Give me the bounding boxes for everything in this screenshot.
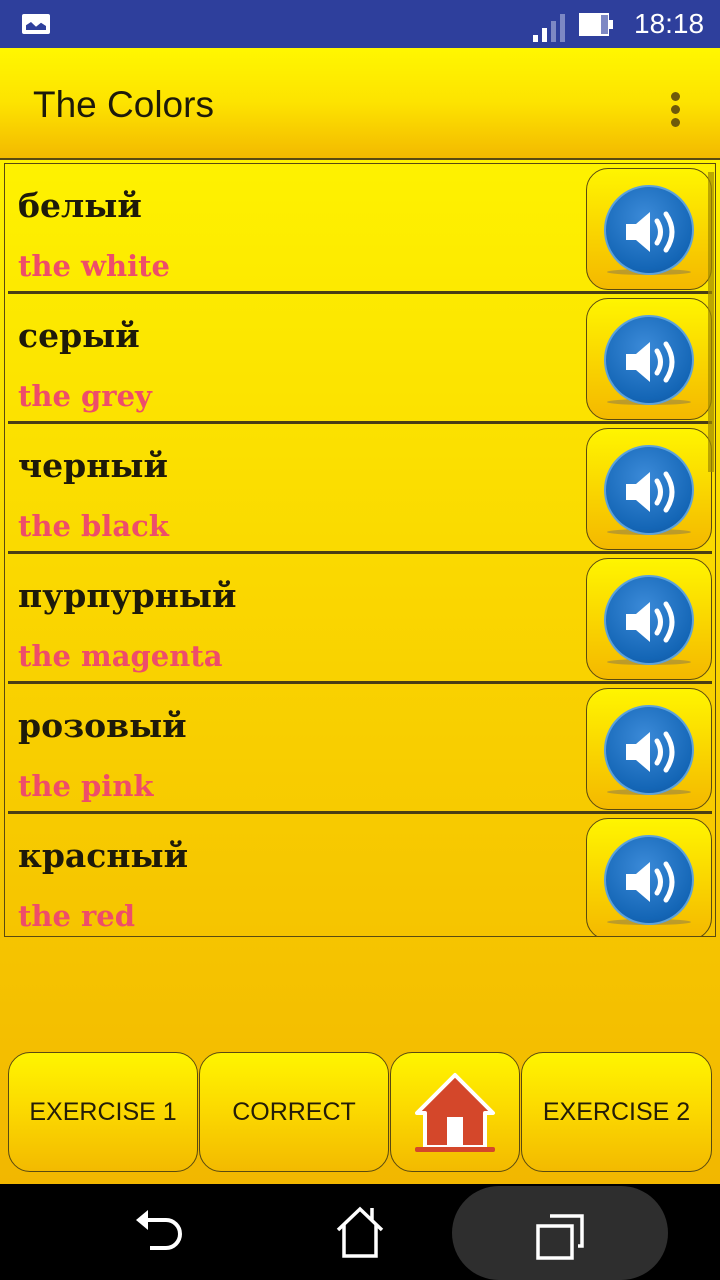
correct-button[interactable]: CORRECT <box>199 1052 389 1172</box>
word-list[interactable]: белый the white серый the grey черный th… <box>4 163 716 937</box>
list-item: розовый the pink <box>8 684 712 814</box>
english-translation: the magenta <box>18 639 223 673</box>
content-area: белый the white серый the grey черный th… <box>0 160 720 1184</box>
list-item: красный the red <box>8 814 712 936</box>
russian-word: черный <box>18 446 168 485</box>
system-nav-bar <box>0 1184 720 1280</box>
speaker-icon <box>604 705 694 795</box>
speak-button[interactable] <box>586 298 712 420</box>
russian-word: белый <box>18 186 142 225</box>
back-icon[interactable] <box>132 1206 188 1258</box>
recents-icon <box>536 1214 584 1260</box>
speaker-icon <box>604 575 694 665</box>
speaker-icon <box>604 185 694 275</box>
english-translation: the grey <box>18 379 152 413</box>
app-bar: The Colors <box>0 48 720 160</box>
gallery-icon <box>22 14 50 34</box>
list-item: пурпурный the magenta <box>8 554 712 684</box>
cell-signal-icon <box>533 14 567 42</box>
recents-button[interactable] <box>452 1186 668 1280</box>
list-item: серый the grey <box>8 294 712 424</box>
status-time: 18:18 <box>634 8 705 39</box>
bottom-button-bar: EXERCISE 1 CORRECT EXERCISE 2 <box>0 1050 720 1174</box>
list-item: черный the black <box>8 424 712 554</box>
english-translation: the pink <box>18 769 154 803</box>
russian-word: серый <box>18 316 140 355</box>
more-vert-icon[interactable] <box>664 90 688 130</box>
russian-word: красный <box>18 836 189 875</box>
home-icon <box>415 1073 495 1152</box>
speaker-icon <box>604 445 694 535</box>
english-translation: the white <box>18 249 170 283</box>
scrollbar[interactable] <box>708 172 714 472</box>
home-outline-icon[interactable] <box>332 1204 388 1260</box>
russian-word: пурпурный <box>18 576 237 615</box>
speaker-icon <box>604 835 694 925</box>
battery-icon <box>579 13 613 36</box>
speak-button[interactable] <box>586 818 712 936</box>
speak-button[interactable] <box>586 428 712 550</box>
exercise-2-button[interactable]: EXERCISE 2 <box>521 1052 712 1172</box>
russian-word: розовый <box>18 706 187 745</box>
speak-button[interactable] <box>586 558 712 680</box>
speak-button[interactable] <box>586 168 712 290</box>
speaker-icon <box>604 315 694 405</box>
speak-button[interactable] <box>586 688 712 810</box>
english-translation: the red <box>18 899 136 933</box>
page-title: The Colors <box>33 84 214 125</box>
home-button[interactable] <box>390 1052 520 1172</box>
english-translation: the black <box>18 509 169 543</box>
list-item: белый the white <box>8 164 712 294</box>
exercise-1-button[interactable]: EXERCISE 1 <box>8 1052 198 1172</box>
status-bar: 18:18 <box>0 0 720 48</box>
